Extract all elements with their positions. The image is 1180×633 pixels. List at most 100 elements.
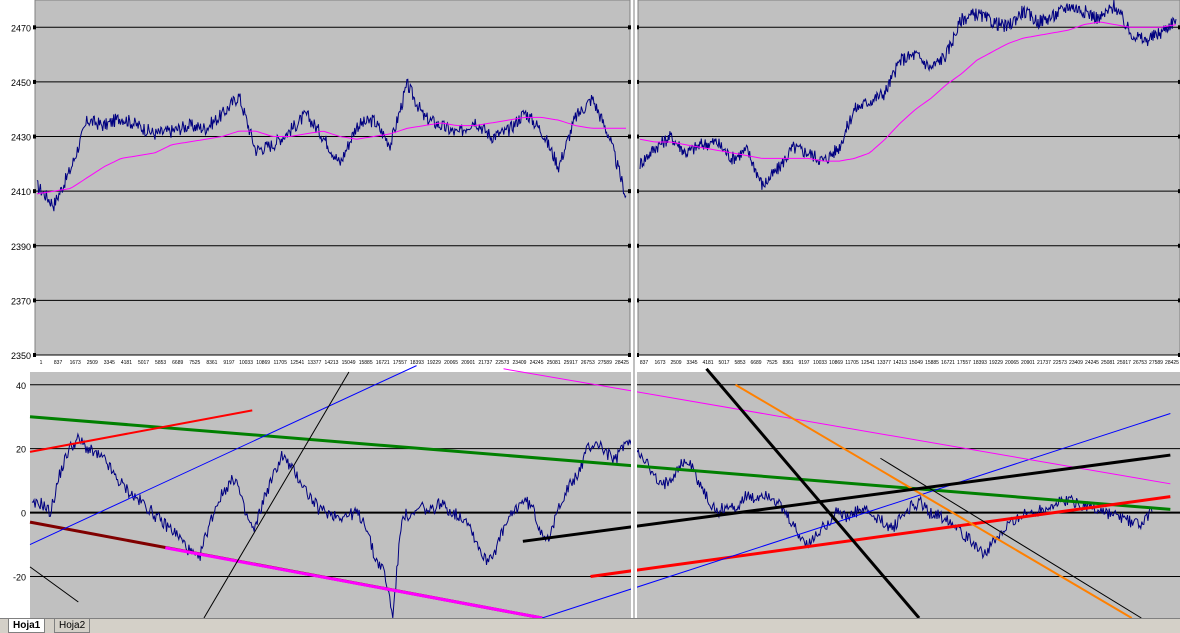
oscillator-y-tick-label-3: 40 [16,381,26,391]
x-tick-label-top-right-27: 23409 [1069,360,1083,366]
x-tick-label-top-right-14: 12541 [861,360,875,366]
x-tick-label-top-left-1: 837 [54,360,63,366]
x-tick-label-top-right-0: 837 [640,360,649,366]
x-tick-label-top-left-27: 22573 [495,360,509,366]
x-tick-label-top-right-2: 2509 [670,360,681,366]
x-tick-label-top-left-16: 13377 [307,360,321,366]
x-tick-label-top-right-3: 3345 [686,360,697,366]
x-tick-label-top-right-23: 20065 [1005,360,1019,366]
y-tick-mark-right-top-left-6 [628,25,631,30]
x-tick-label-top-left-23: 19229 [427,360,441,366]
y-tick-label-top-left-5: 2450 [11,78,31,88]
x-tick-label-top-right-5: 5017 [718,360,729,366]
x-tick-label-top-left-5: 4181 [121,360,132,366]
x-tick-label-top-right-11: 10033 [813,360,827,366]
x-tick-label-top-left-11: 9197 [223,360,234,366]
x-tick-label-top-right-17: 15049 [909,360,923,366]
x-tick-label-top-left-3: 2509 [87,360,98,366]
x-tick-label-top-left-24: 20065 [444,360,458,366]
y-tick-mark-top-left-2 [33,243,36,248]
x-tick-label-top-right-22: 19229 [989,360,1003,366]
x-tick-label-top-left-32: 26753 [581,360,595,366]
x-tick-label-top-left-15: 12541 [290,360,304,366]
y-tick-mark-top-left-6 [33,25,36,30]
y-tick-label-top-left-2: 2390 [11,242,31,252]
x-tick-label-top-left-8: 6689 [172,360,183,366]
x-tick-label-top-left-17: 14213 [325,360,339,366]
x-tick-label-top-right-7: 6689 [750,360,761,366]
x-tick-label-top-right-26: 22573 [1053,360,1067,366]
oscillator-plot-left [30,372,634,618]
x-tick-label-top-left-25: 20901 [461,360,475,366]
x-tick-label-top-left-0: 1 [40,360,43,366]
x-tick-label-top-right-13: 11705 [845,360,859,366]
x-tick-label-top-right-19: 16721 [941,360,955,366]
x-tick-label-top-right-10: 9197 [798,360,809,366]
sheet-tab-hoja2[interactable]: Hoja2 [54,619,91,633]
y-tick-label-top-left-1: 2370 [11,296,31,306]
y-tick-mark-top-left-3 [33,189,36,194]
x-tick-label-top-right-12: 10869 [829,360,843,366]
plot-area-top-left [34,0,631,356]
x-tick-label-top-right-32: 27589 [1149,360,1163,366]
y-tick-mark-right-top-left-4 [628,134,631,139]
y-tick-mark-right-top-left-3 [628,189,631,194]
x-tick-label-top-right-28: 24245 [1085,360,1099,366]
oscillator-y-tick-label-2: 20 [16,445,26,455]
y-tick-mark-right-top-left-2 [628,243,631,248]
oscillator-y-tick-label-1: 0 [21,509,26,519]
x-tick-label-top-left-7: 5853 [155,360,166,366]
sheet-tab-hoja1[interactable]: Hoja1 [8,619,46,633]
x-tick-label-top-left-22: 18393 [410,360,424,366]
oscillator-plot-right [637,372,1180,618]
x-tick-label-top-left-18: 15049 [342,360,356,366]
x-tick-label-top-right-29: 25081 [1101,360,1115,366]
y-tick-mark-right-top-left-5 [628,79,631,84]
y-tick-mark-right-top-left-0 [628,353,631,357]
y-tick-label-top-left-4: 2430 [11,133,31,143]
y-tick-mark-top-left-5 [33,79,36,84]
x-tick-label-top-right-8: 7525 [766,360,777,366]
chart-canvas: 2350 2370 2390 2410 2430 2450 2470 1 837 1673 2509… [0,0,1180,618]
x-tick-label-top-right-6: 5853 [734,360,745,366]
x-tick-label-top-left-30: 25081 [547,360,561,366]
x-tick-label-top-right-31: 26753 [1133,360,1147,366]
x-tick-label-top-left-26: 21737 [478,360,492,366]
x-tick-label-top-right-4: 4181 [702,360,713,366]
x-tick-label-top-left-29: 24245 [530,360,544,366]
y-tick-label-top-left-6: 2470 [11,23,31,33]
y-tick-label-top-left-0: 2350 [11,351,31,361]
x-tick-label-top-left-28: 23409 [513,360,527,366]
x-tick-label-top-right-21: 18393 [973,360,987,366]
x-tick-label-top-left-31: 25917 [564,360,578,366]
y-tick-mark-top-left-4 [33,134,36,139]
x-tick-label-top-left-2: 1673 [70,360,81,366]
x-tick-label-top-left-10: 8361 [206,360,217,366]
x-tick-label-top-right-18: 15885 [925,360,939,366]
y-tick-label-top-left-3: 2410 [11,187,31,197]
x-tick-label-top-left-14: 11705 [273,360,287,366]
x-tick-label-top-right-25: 21737 [1037,360,1051,366]
x-tick-label-top-left-34: 28425 [615,360,629,366]
oscillator-y-tick-label-0: -20 [13,572,26,582]
x-tick-label-top-left-4: 3345 [104,360,115,366]
x-tick-label-top-right-20: 17557 [957,360,971,366]
x-tick-label-top-left-6: 5017 [138,360,149,366]
x-tick-label-top-right-30: 25917 [1117,360,1131,366]
y-tick-mark-top-left-1 [33,298,36,303]
y-tick-mark-top-left-0 [33,353,36,357]
x-tick-label-top-left-13: 10869 [256,360,270,366]
x-tick-label-top-left-20: 16721 [376,360,390,366]
x-tick-label-top-left-19: 15885 [359,360,373,366]
sheet-tab-bar: Hoja1 Hoja2 [0,618,1180,633]
y-tick-mark-right-top-left-1 [628,298,631,303]
x-tick-label-top-left-12: 10033 [239,360,253,366]
x-tick-label-top-right-16: 14213 [893,360,907,366]
x-tick-label-top-left-21: 17557 [393,360,407,366]
x-tick-label-top-right-1: 1673 [654,360,665,366]
x-tick-label-top-right-24: 20901 [1021,360,1035,366]
x-tick-label-top-right-33: 28425 [1165,360,1179,366]
x-tick-label-top-left-33: 27589 [598,360,612,366]
x-tick-label-top-right-9: 8361 [782,360,793,366]
x-tick-label-top-left-9: 7525 [189,360,200,366]
